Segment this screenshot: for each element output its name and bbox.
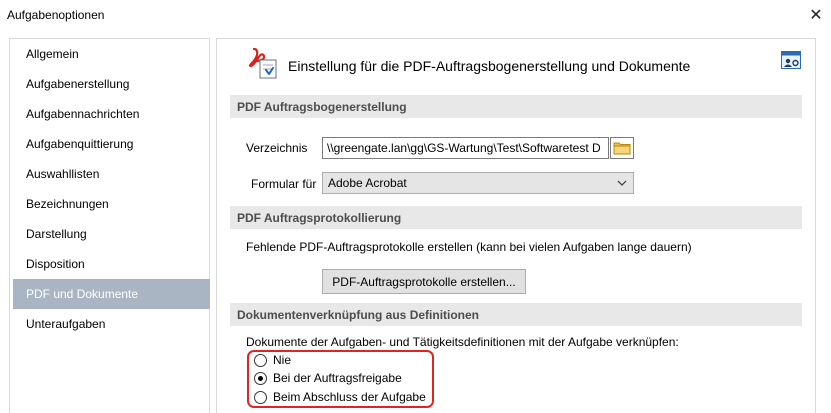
section-title: PDF Auftragsbogenerstellung [237,99,407,114]
radio-button-selected[interactable] [254,371,267,385]
sidebar-item-allgemein[interactable]: Allgemein [13,39,210,69]
form-select-value: Adobe Acrobat [328,176,407,190]
section-title: Dokumentenverknüpfung aus Definitionen [237,307,480,322]
close-button[interactable]: ✕ [801,0,831,30]
sidebar-item-auswahllisten[interactable]: Auswahllisten [13,159,210,189]
folder-icon [613,142,631,155]
pdf-document-icon [248,47,277,79]
section-header-dokumente: Dokumentenverknüpfung aus Definitionen [230,303,802,326]
sidebar-item-pdf-und-dokumente[interactable]: PDF und Dokumente [13,279,210,309]
form-label: Formular für [251,177,317,191]
radio-label: Nie [273,353,292,367]
title-bar: Aufgabenoptionen ✕ [0,0,831,30]
radio-button[interactable] [254,353,267,367]
form-select[interactable]: Adobe Acrobat [322,172,634,194]
button-label: PDF-Auftragsprotokolle erstellen... [332,274,516,289]
sidebar-item-unteraufgaben[interactable]: Unteraufgaben [13,309,210,339]
sidebar-item-label: Aufgabenerstellung [26,77,130,91]
sidebar-item-label: PDF und Dokumente [26,287,139,301]
dokumente-description: Dokumente der Aufgaben- und Tätigkeitsde… [246,335,679,349]
sidebar-item-label: Aufgabennachrichten [26,107,140,121]
sidebar-item-label: Allgemein [26,47,79,61]
radio-button[interactable] [254,390,267,404]
window-title: Aufgabenoptionen [7,8,105,22]
browse-folder-button[interactable] [610,137,634,159]
sidebar-item-label: Bezeichnungen [26,197,109,211]
sidebar-item-label: Unteraufgaben [26,317,106,331]
section-header-auftragsbogen: PDF Auftragsbogenerstellung [230,95,802,118]
directory-label: Verzeichnis [246,141,308,155]
chevron-down-icon [617,180,627,186]
radio-label: Bei der Auftragsfreigabe [273,371,402,385]
radio-option-nie[interactable]: Nie [254,352,291,368]
close-icon: ✕ [809,7,823,24]
section-header-protokoll: PDF Auftragsprotokollierung [230,206,802,229]
sidebar-item-label: Auswahllisten [26,167,100,181]
sidebar: Allgemein Aufgabenerstellung Aufgabennac… [9,38,210,413]
sidebar-item-disposition[interactable]: Disposition [13,249,210,279]
sidebar-item-label: Aufgabenquittierung [26,137,134,151]
sidebar-item-aufgabennachrichten[interactable]: Aufgabennachrichten [13,99,210,129]
create-protocols-button[interactable]: PDF-Auftragsprotokolle erstellen... [322,269,526,294]
sidebar-item-label: Darstellung [26,227,87,241]
radio-label: Beim Abschluss der Aufgabe [273,390,426,404]
directory-input[interactable] [322,137,609,159]
radio-option-auftragsfreigabe[interactable]: Bei der Auftragsfreigabe [254,370,402,386]
protokoll-description: Fehlende PDF-Auftragsprotokolle erstelle… [246,240,692,254]
sidebar-item-label: Disposition [26,257,85,271]
page-title: Einstellung für die PDF-Auftragsbogeners… [288,58,691,74]
settings-user-icon[interactable] [781,51,801,69]
section-title: PDF Auftragsprotokollierung [237,210,402,225]
sidebar-item-bezeichnungen[interactable]: Bezeichnungen [13,189,210,219]
radio-option-abschluss[interactable]: Beim Abschluss der Aufgabe [254,389,426,405]
sidebar-item-aufgabenquittierung[interactable]: Aufgabenquittierung [13,129,210,159]
sidebar-item-darstellung[interactable]: Darstellung [13,219,210,249]
sidebar-item-aufgabenerstellung[interactable]: Aufgabenerstellung [13,69,210,99]
